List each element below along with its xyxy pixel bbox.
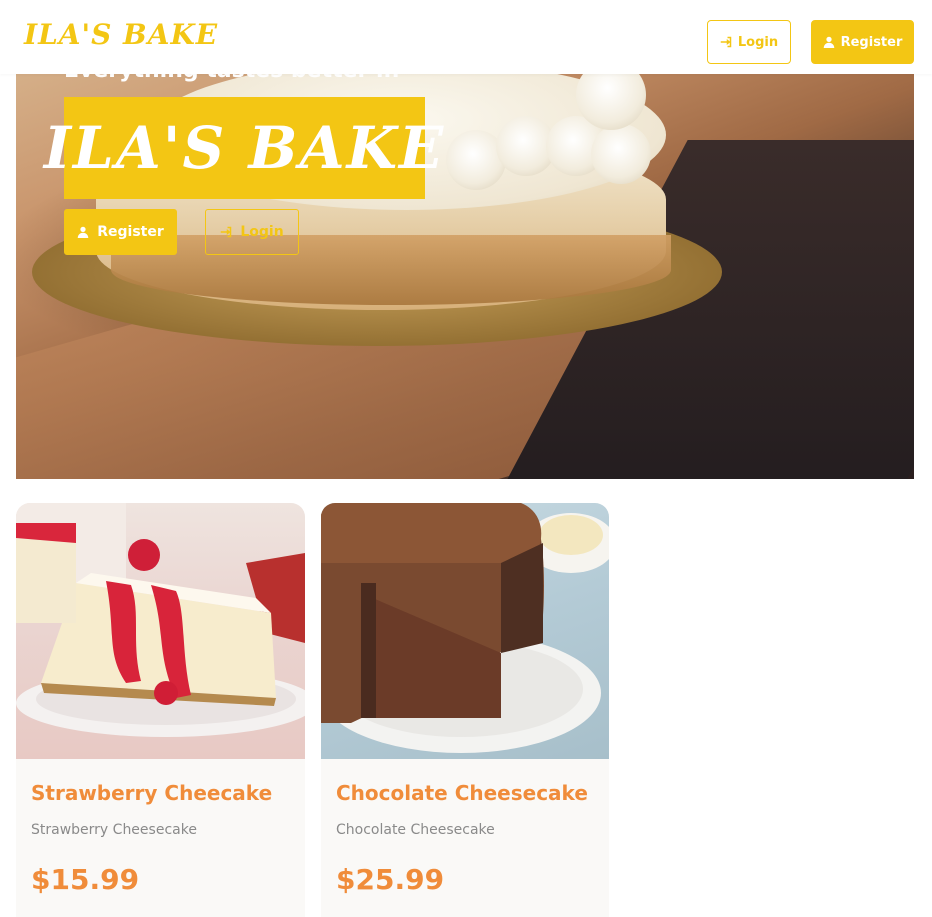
product-price: $25.99 (336, 863, 445, 896)
hero-register-label: Register (97, 224, 164, 240)
product-card[interactable]: Strawberry Cheecake Strawberry Cheesecak… (16, 503, 305, 917)
product-image-strawberry-cheesecake[interactable] (16, 503, 305, 759)
user-icon (77, 226, 89, 238)
hero-cream-swirl-image (591, 124, 651, 184)
product-title[interactable]: Strawberry Cheecake (31, 781, 272, 805)
product-image-chocolate-cheesecake[interactable] (321, 503, 609, 759)
nav-login-label: Login (737, 34, 779, 50)
product-card[interactable]: Chocolate Cheesecake Chocolate Cheesecak… (321, 503, 609, 917)
sign-in-icon (720, 36, 732, 48)
hero-title: ILA'S BAKE (44, 97, 443, 199)
product-price: $15.99 (31, 863, 140, 896)
hero-register-button[interactable]: Register (64, 209, 177, 255)
sign-in-icon (220, 226, 232, 238)
product-title[interactable]: Chocolate Cheesecake (336, 781, 588, 805)
hero-cake-crust-image (111, 235, 671, 305)
hero-login-label: Login (240, 224, 284, 240)
user-icon (823, 36, 835, 48)
strawberry-cheesecake-illustration (16, 503, 305, 737)
hero-login-button[interactable]: Login (205, 209, 299, 255)
product-description: Chocolate Cheesecake (336, 822, 495, 838)
navbar: ILA'S BAKE Login Register (0, 0, 932, 74)
product-description: Strawberry Cheesecake (31, 822, 197, 838)
nav-login-button[interactable]: Login (707, 20, 791, 64)
chocolate-cheesecake-illustration (321, 503, 609, 753)
nav-register-label: Register (840, 34, 903, 50)
nav-register-button[interactable]: Register (811, 20, 914, 64)
brand-logo[interactable]: ILA'S BAKE (24, 17, 218, 53)
